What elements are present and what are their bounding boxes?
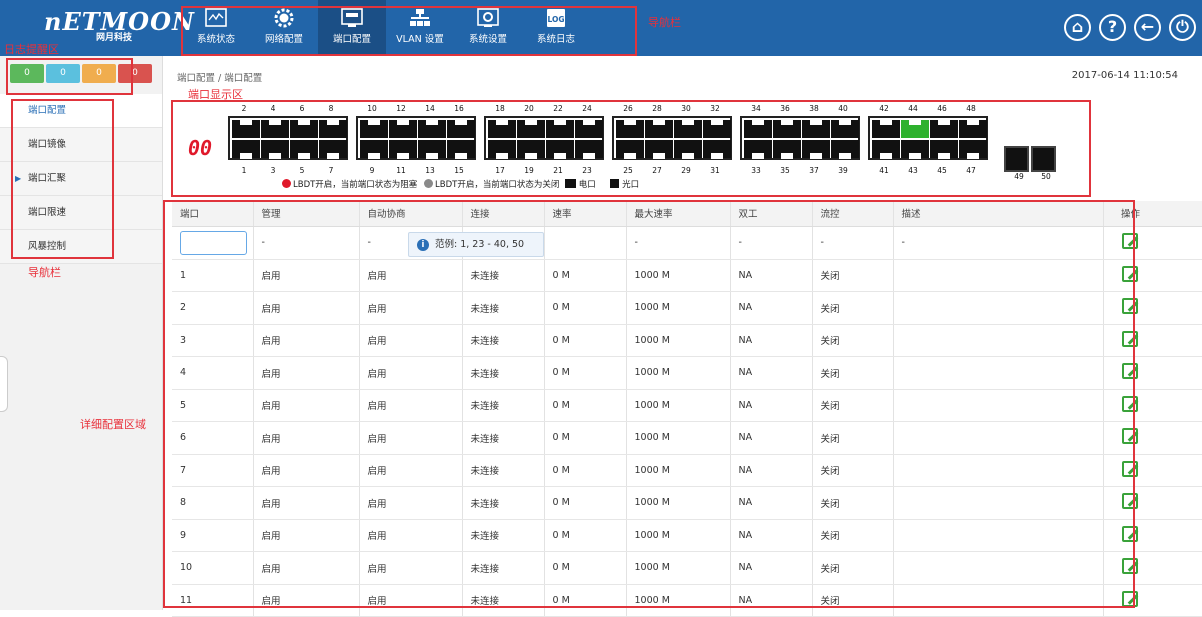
logo-subtext: 网月科技: [96, 33, 133, 43]
nav-highlight-box: [181, 6, 637, 56]
port-highlight-box: [171, 100, 1091, 197]
alert-highlight-box: [6, 58, 133, 95]
annotation-detail: 详细配置区域: [80, 418, 146, 431]
help-icon[interactable]: ?: [1099, 14, 1126, 41]
annotation-nav-top: 导航栏: [648, 16, 681, 29]
annotation-alert: 日志提醒区: [4, 43, 59, 56]
sidebar-collapse-handle[interactable]: [0, 356, 8, 412]
detail-highlight-box: [163, 200, 1135, 608]
back-icon[interactable]: ←: [1134, 14, 1161, 41]
breadcrumb: 端口配置 / 端口配置: [177, 73, 263, 84]
power-icon[interactable]: ⏻: [1169, 14, 1196, 41]
annotation-nav-left: 导航栏: [28, 266, 61, 279]
sidebar-highlight-box: [11, 99, 114, 259]
home-icon[interactable]: ⌂: [1064, 14, 1091, 41]
datetime: 2017-06-14 11:10:54: [1071, 70, 1178, 81]
top-icon-group: ⌂ ? ← ⏻: [1064, 14, 1196, 42]
